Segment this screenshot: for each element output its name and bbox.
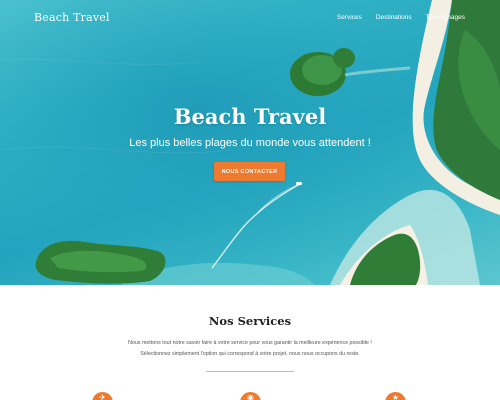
star-icon: ★ [385,392,406,400]
plane-icon: ✈ [92,392,113,400]
services-description-line2: Sélectionnez simplement l'option qui cor… [140,351,360,357]
nav-link-testimonials[interactable]: Témoignages [426,14,465,21]
section-divider [206,371,294,372]
hero-section: Beach Travel Services Destinations Témoi… [0,0,500,285]
nav-link-destinations[interactable]: Destinations [376,14,412,21]
contact-button[interactable]: NOUS CONTACTER [214,162,285,181]
services-section: Nos Services Nous mettons tout notre sav… [0,285,500,400]
globe-icon: ◉ [240,392,261,400]
nav-links: Services Destinations Témoignages [337,14,465,21]
hero-subtitle: Les plus belles plages du monde vous att… [129,137,371,149]
brand-logo-link[interactable]: Beach Travel [34,11,110,24]
nav-link-services[interactable]: Services [337,14,362,21]
services-description-line1: Nous mettons tout notre savoir faire à v… [128,340,372,346]
hero-title: Beach Travel [173,104,327,129]
services-title: Nos Services [208,314,292,328]
top-navbar: Beach Travel Services Destinations Témoi… [0,0,500,36]
